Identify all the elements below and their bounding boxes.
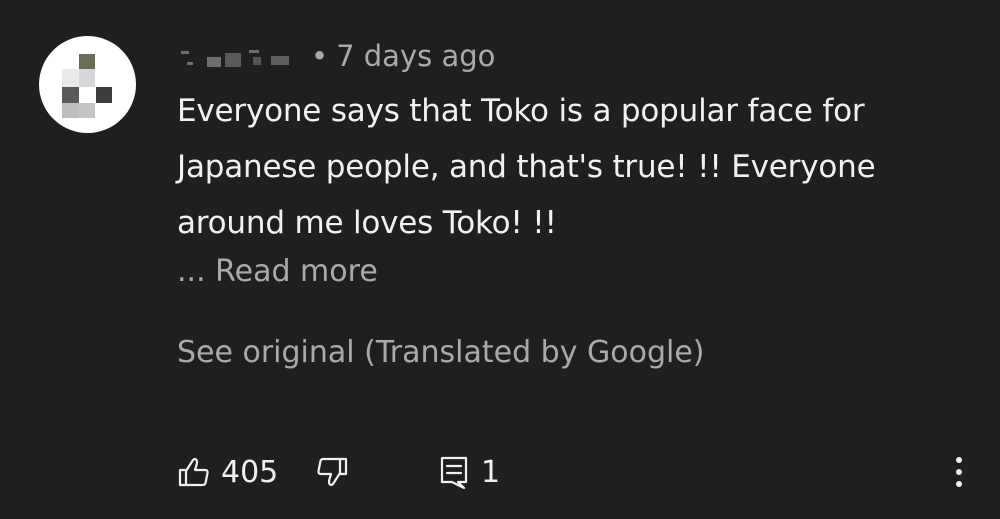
avatar-pixel [96,87,112,103]
avatar[interactable] [39,36,136,133]
reply-count: 1 [481,454,501,490]
see-original-link[interactable]: See original (Translated by Google) [177,331,705,375]
comment-header: • 7 days ago [177,36,495,76]
comment-action-bar: 405 1 [177,448,977,496]
comment-text-line: around me loves Toko! !! [177,205,557,241]
avatar-pixel [79,54,95,69]
reply-comment-icon [439,455,469,489]
avatar-pixel [79,103,95,118]
author-name-redacted[interactable] [177,41,303,71]
thumbs-up-icon [177,455,211,489]
like-count: 405 [221,454,279,490]
comment-text-line: Japanese people, and that's true! !! Eve… [177,149,876,185]
avatar-pixel [62,69,79,87]
comment-timestamp[interactable]: 7 days ago [336,39,495,73]
like-button[interactable]: 405 [177,448,278,496]
avatar-pixel [79,69,95,87]
header-separator: • [311,39,329,73]
thumbs-down-icon [315,455,349,489]
comment-text: Everyone says that Toko is a popular fac… [177,83,957,251]
read-more-link[interactable]: ... Read more [177,250,378,294]
dislike-button[interactable] [315,448,349,496]
more-options-button[interactable] [947,448,971,496]
comment-text-line: Everyone says that Toko is a popular fac… [177,93,865,129]
avatar-pixel [62,87,79,103]
avatar-pixel [62,103,79,118]
reply-button[interactable]: 1 [439,448,500,496]
more-vertical-icon [955,456,963,488]
comment-card: • 7 days ago Everyone says that Toko is … [0,0,1000,519]
